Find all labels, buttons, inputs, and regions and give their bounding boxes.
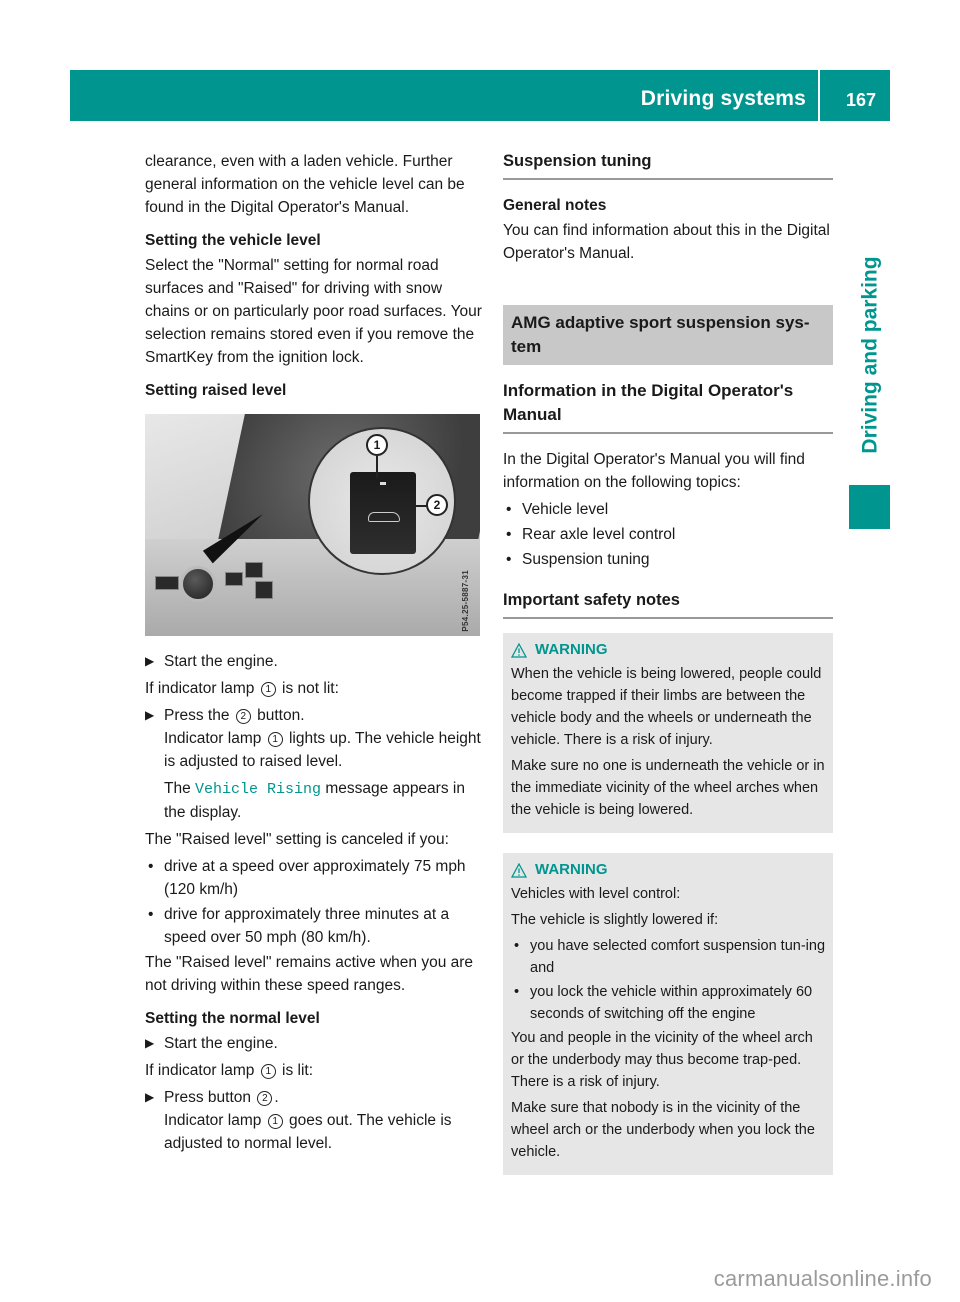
warning-triangle-icon <box>511 642 527 658</box>
list-item: • Rear axle level control <box>503 523 833 546</box>
car-raise-icon <box>368 512 400 522</box>
circled-number-1: 1 <box>267 1114 283 1129</box>
vehicle-level-text: Select the "Normal" setting for normal r… <box>145 257 482 366</box>
bullet-icon: • <box>148 858 154 875</box>
circled-number-1: 1 <box>260 1064 276 1079</box>
figure-console-button <box>155 576 179 590</box>
list-item: • Suspension tuning <box>503 548 833 571</box>
warning-triangle-icon <box>511 862 527 878</box>
bullet-icon: • <box>514 984 520 1000</box>
watermark: carmanualsonline.info <box>713 1266 932 1291</box>
chapter-tab-label: Driving and parking <box>858 256 881 454</box>
section-title: Driving systems <box>641 70 820 121</box>
callout-line-2 <box>403 505 427 507</box>
circled-number-2: 2 <box>235 709 251 724</box>
figure-level-button <box>255 581 273 599</box>
figure-console-button <box>225 572 243 586</box>
figure-level-switch <box>350 472 416 554</box>
list-item: • drive at a speed over approximately 75… <box>145 855 490 901</box>
bullet-icon: • <box>148 906 154 923</box>
canceled-intro: The "Raised level" setting is canceled i… <box>145 831 449 848</box>
bullet-icon: • <box>506 526 512 543</box>
circled-number-1: 1 <box>260 682 276 697</box>
step-press-button: ▶ Press button 2. Indicator lamp 1 goes … <box>145 1086 490 1155</box>
step-arrow-icon: ▶ <box>145 654 155 668</box>
general-notes-text: You can find information about this in t… <box>503 222 830 262</box>
console-figure: 1 2 P54.25-5887-31 <box>145 414 480 636</box>
warning-text: Make sure no one is underneath the vehic… <box>511 758 825 818</box>
bullet-icon: • <box>506 501 512 518</box>
chapter-marker <box>849 485 890 529</box>
circled-number-1: 1 <box>267 732 283 747</box>
list-item: • you lock the vehicle within approximat… <box>511 981 825 1025</box>
info-text: In the Digital Operator's Manual you wil… <box>503 451 805 491</box>
circled-number-2: 2 <box>257 1091 273 1106</box>
step-start-engine: ▶ Start the engine. <box>145 650 490 673</box>
chapter-tab: Driving and parking <box>849 230 890 480</box>
indicator-lamp <box>380 482 386 485</box>
warning-text: When the vehicle is being lowered, peopl… <box>511 666 822 748</box>
list-item: • you have selected comfort suspension t… <box>511 935 825 979</box>
raised-level-heading: Setting raised level <box>145 382 287 399</box>
warning-title: WARNING <box>511 639 825 661</box>
warning-box: WARNING Vehicles with level control: The… <box>503 853 833 1175</box>
list-item: • Vehicle level <box>503 498 833 521</box>
figure-controller-knob <box>180 566 216 602</box>
raised-condition: If indicator lamp 1 is not lit: <box>145 680 339 697</box>
callout-1: 1 <box>366 434 388 456</box>
step-arrow-icon: ▶ <box>145 1036 155 1050</box>
normal-level-heading: Setting the normal level <box>145 1010 320 1027</box>
left-column: clearance, even with a laden vehicle. Fu… <box>145 150 490 1159</box>
intro-paragraph: clearance, even with a laden vehicle. Fu… <box>145 153 465 216</box>
remains-active-text: The "Raised level" remains active when y… <box>145 954 474 994</box>
page-header: Driving systems 167 <box>70 70 890 121</box>
suspension-tuning-heading: Suspension tuning <box>503 150 833 180</box>
display-message-note: The Vehicle Rising message appears in th… <box>164 780 465 821</box>
step-press-button: ▶ Press the 2 button. Indicator lamp 1 l… <box>145 704 490 824</box>
figure-console-button <box>245 562 263 578</box>
amg-section-banner: AMG adaptive sport suspension sys-tem <box>503 305 833 365</box>
general-notes-heading: General notes <box>503 197 607 214</box>
warning-box: WARNING When the vehicle is being lowere… <box>503 633 833 833</box>
info-heading: Information in the Digital Operator's Ma… <box>503 379 833 434</box>
normal-condition: If indicator lamp 1 is lit: <box>145 1062 314 1079</box>
figure-code: P54.25-5887-31 <box>461 570 470 632</box>
display-message: Vehicle Rising <box>195 781 322 798</box>
callout-line-1 <box>376 456 378 478</box>
vehicle-level-heading: Setting the vehicle level <box>145 232 321 249</box>
warning-text: Make sure that nobody is in the vicinity… <box>511 1100 815 1160</box>
callout-2: 2 <box>426 494 448 516</box>
list-item: • drive for approximately three minutes … <box>145 903 490 949</box>
page-number: 167 <box>845 90 877 110</box>
step-arrow-icon: ▶ <box>145 1090 155 1104</box>
safety-notes-heading: Important safety notes <box>503 589 833 619</box>
step-start-engine: ▶ Start the engine. <box>145 1032 490 1055</box>
bullet-icon: • <box>506 551 512 568</box>
warning-text: You and people in the vicinity of the wh… <box>511 1030 813 1090</box>
right-column: Suspension tuning General notes You can … <box>503 150 833 1189</box>
step-arrow-icon: ▶ <box>145 708 155 722</box>
warning-title: WARNING <box>511 859 825 881</box>
warning-text: Vehicles with level control: <box>511 886 681 902</box>
bullet-icon: • <box>514 938 520 954</box>
warning-text: The vehicle is slightly lowered if: <box>511 912 719 928</box>
